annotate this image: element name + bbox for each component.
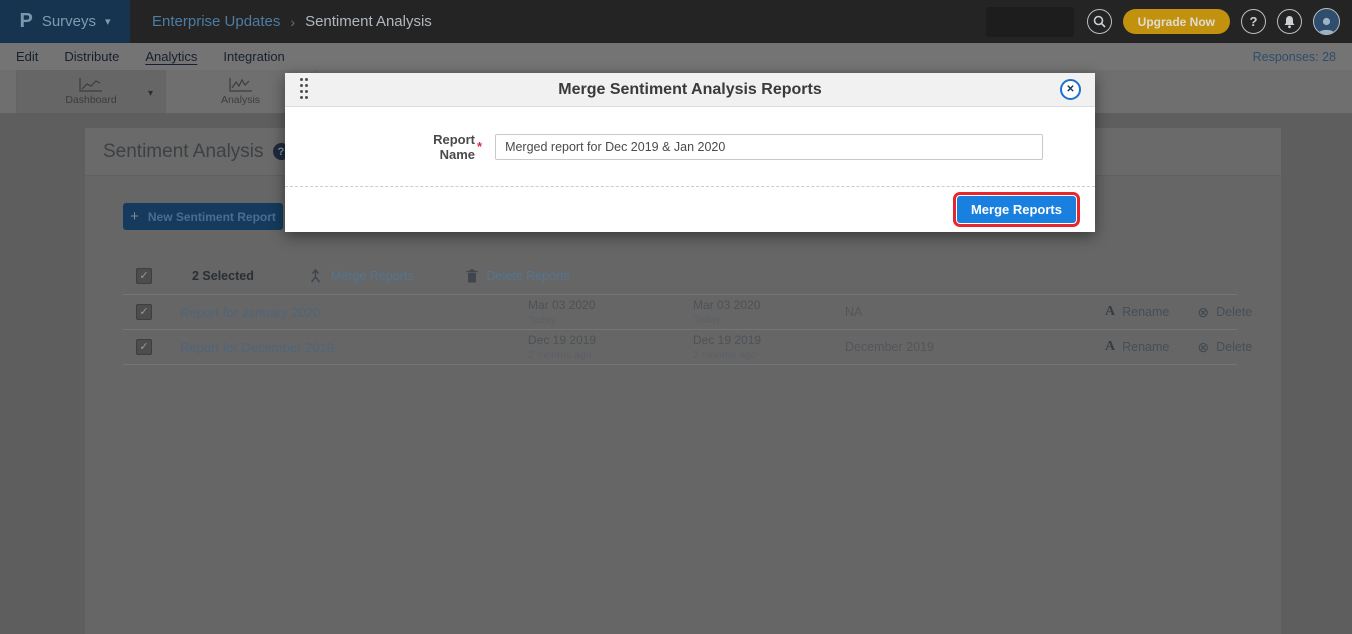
reports-table: ✓ 2 Selected Merge Reports Delete Report… [123, 258, 1237, 365]
created-date: Mar 03 2020 [528, 299, 693, 312]
delete-label: Delete [1216, 340, 1252, 354]
modified-date-relative: 2 months ago [693, 349, 845, 361]
circle-x-icon: ⊗ [1197, 304, 1209, 321]
search-input[interactable] [986, 7, 1074, 37]
top-navbar: P Surveys ▾ Enterprise Updates › Sentime… [0, 0, 1352, 43]
zigzag-chart-icon [229, 77, 253, 92]
merge-reports-label: Merge Reports [331, 269, 414, 283]
rename-label: Rename [1122, 340, 1169, 354]
created-date: Dec 19 2019 [528, 334, 693, 347]
rename-icon: A [1105, 339, 1115, 355]
required-asterisk: * [477, 139, 482, 154]
breadcrumb-current-page: Sentiment Analysis [305, 13, 432, 30]
delete-action[interactable]: ⊗ Delete [1197, 304, 1252, 321]
notifications-button[interactable] [1277, 9, 1302, 34]
report-period: December 2019 [845, 340, 1105, 354]
rename-action[interactable]: A Rename [1105, 339, 1169, 355]
plus-icon: + [130, 208, 139, 225]
search-icon [1093, 15, 1106, 28]
select-all-checkbox[interactable]: ✓ [136, 268, 152, 284]
modal-body: Report Name * [285, 107, 1095, 186]
report-name-input[interactable] [495, 134, 1043, 160]
report-name[interactable]: Report for January 2020 [180, 305, 528, 320]
tab-analytics[interactable]: Analytics [145, 49, 197, 65]
created-date-cell: Dec 19 2019 2 months ago [528, 334, 693, 361]
rename-action[interactable]: A Rename [1105, 304, 1169, 320]
toolbar-tab-label: Analysis [221, 94, 260, 106]
created-date-relative: Today [528, 314, 693, 326]
person-icon [1317, 15, 1336, 34]
modified-date-cell: Mar 03 2020 Today [693, 299, 845, 326]
row-actions: A Rename ⊗ Delete [1105, 304, 1264, 321]
merge-reports-action[interactable]: Merge Reports [309, 269, 414, 283]
toolbar-tab-label: Dashboard [65, 94, 116, 106]
topbar-actions: Upgrade Now ? [986, 7, 1352, 37]
breadcrumb-separator-icon: › [290, 14, 295, 30]
page-title: Sentiment Analysis [103, 141, 264, 163]
tab-edit[interactable]: Edit [16, 49, 38, 65]
rename-label: Rename [1122, 305, 1169, 319]
product-switcher[interactable]: P Surveys ▾ [0, 0, 130, 43]
circle-x-icon: ⊗ [1197, 339, 1209, 356]
modal-close-button[interactable]: ✕ [1060, 79, 1081, 100]
new-sentiment-report-button[interactable]: + New Sentiment Report [123, 203, 283, 230]
merge-reports-modal: Merge Sentiment Analysis Reports ✕ Repor… [285, 73, 1095, 232]
chevron-down-icon[interactable]: ▾ [148, 88, 153, 99]
rename-icon: A [1105, 304, 1115, 320]
delete-action[interactable]: ⊗ Delete [1197, 339, 1252, 356]
report-name[interactable]: Report for December 2019 [180, 340, 528, 355]
responses-count: Responses: 28 [1253, 50, 1336, 64]
delete-reports-action[interactable]: Delete Reports [466, 269, 570, 283]
bell-icon [1283, 15, 1296, 29]
modified-date-cell: Dec 19 2019 2 months ago [693, 334, 845, 361]
created-date-relative: 2 months ago [528, 349, 693, 361]
row-actions: A Rename ⊗ Delete [1105, 339, 1264, 356]
modified-date: Dec 19 2019 [693, 334, 845, 347]
search-button[interactable] [1087, 9, 1112, 34]
merge-icon [309, 269, 322, 283]
help-button[interactable]: ? [1241, 9, 1266, 34]
modal-header: Merge Sentiment Analysis Reports ✕ [285, 73, 1095, 107]
tab-distribute[interactable]: Distribute [64, 49, 119, 65]
row-checkbox[interactable]: ✓ [136, 339, 152, 355]
breadcrumb: Enterprise Updates › Sentiment Analysis [152, 13, 432, 30]
user-avatar[interactable] [1313, 8, 1340, 35]
delete-reports-label: Delete Reports [487, 269, 570, 283]
survey-section-nav: Edit Distribute Analytics Integration Re… [0, 43, 1352, 70]
delete-label: Delete [1216, 305, 1252, 319]
modal-footer: Merge Reports [285, 186, 1095, 231]
breadcrumb-survey-name[interactable]: Enterprise Updates [152, 13, 280, 30]
selection-header-row: ✓ 2 Selected Merge Reports Delete Report… [123, 258, 1237, 295]
chevron-down-icon: ▾ [105, 15, 111, 28]
product-name: Surveys [42, 13, 96, 30]
questionpro-logo-icon: P [19, 10, 32, 33]
modified-date-relative: Today [693, 314, 845, 326]
row-checkbox[interactable]: ✓ [136, 304, 152, 320]
tab-integration[interactable]: Integration [223, 49, 284, 65]
merge-reports-submit-button[interactable]: Merge Reports [957, 196, 1076, 223]
close-icon: ✕ [1066, 84, 1074, 95]
modified-date: Mar 03 2020 [693, 299, 845, 312]
toolbar-tab-dashboard[interactable]: Dashboard ▾ [16, 70, 166, 113]
modal-title: Merge Sentiment Analysis Reports [285, 81, 1095, 99]
question-icon: ? [1250, 14, 1258, 29]
trash-icon [466, 269, 478, 283]
table-row: ✓ Report for December 2019 Dec 19 2019 2… [123, 330, 1237, 365]
report-name-label: Report Name [395, 132, 475, 162]
created-date-cell: Mar 03 2020 Today [528, 299, 693, 326]
upgrade-now-button[interactable]: Upgrade Now [1123, 9, 1230, 34]
new-report-label: New Sentiment Report [148, 210, 276, 224]
line-chart-icon [79, 77, 103, 92]
selected-count: 2 Selected [192, 269, 254, 283]
report-period: NA [845, 305, 1105, 319]
table-row: ✓ Report for January 2020 Mar 03 2020 To… [123, 295, 1237, 330]
